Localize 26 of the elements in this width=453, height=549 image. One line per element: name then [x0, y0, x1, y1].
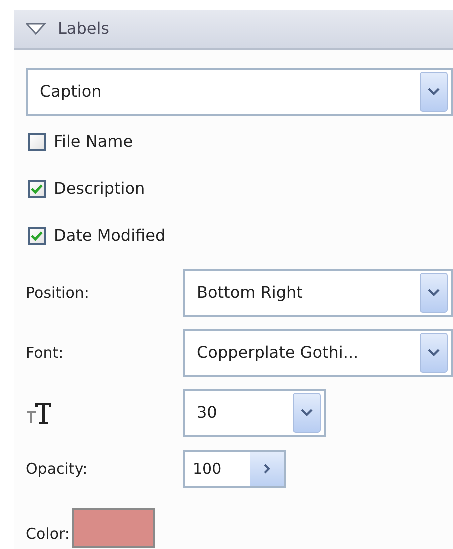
font-size-dropdown[interactable]: 30 [183, 389, 326, 437]
color-swatch[interactable] [72, 508, 155, 548]
checkmark-icon [31, 231, 43, 241]
position-dropdown[interactable]: Bottom Right [183, 269, 453, 317]
checkbox-label: File Name [54, 131, 134, 153]
checkbox[interactable] [28, 227, 46, 245]
checkmark-icon [31, 184, 43, 194]
field-label: Position: [25, 282, 90, 304]
field-label: Font: [25, 342, 65, 364]
field-label: Opacity: [25, 458, 89, 480]
section-header[interactable]: Labels [14, 10, 453, 50]
font-size-icon [26, 401, 52, 425]
checkbox[interactable] [28, 133, 46, 151]
opacity-spinner[interactable]: 100 [183, 450, 286, 488]
field-label: Color: [25, 525, 70, 543]
caption-dropdown[interactable]: Caption [26, 68, 453, 116]
checkbox-label: Date Modified [54, 225, 166, 247]
font-dropdown[interactable]: Copperplate Gothi... [183, 329, 453, 377]
chevron-down-icon [301, 409, 313, 417]
chevron-down-icon [428, 349, 440, 357]
chevron-down-icon [428, 88, 440, 96]
chevron-down-icon [428, 289, 440, 297]
section-title: Labels [58, 18, 110, 40]
checkbox[interactable] [28, 180, 46, 198]
checkbox-label: Description [54, 178, 146, 200]
chevron-right-icon [264, 464, 270, 474]
